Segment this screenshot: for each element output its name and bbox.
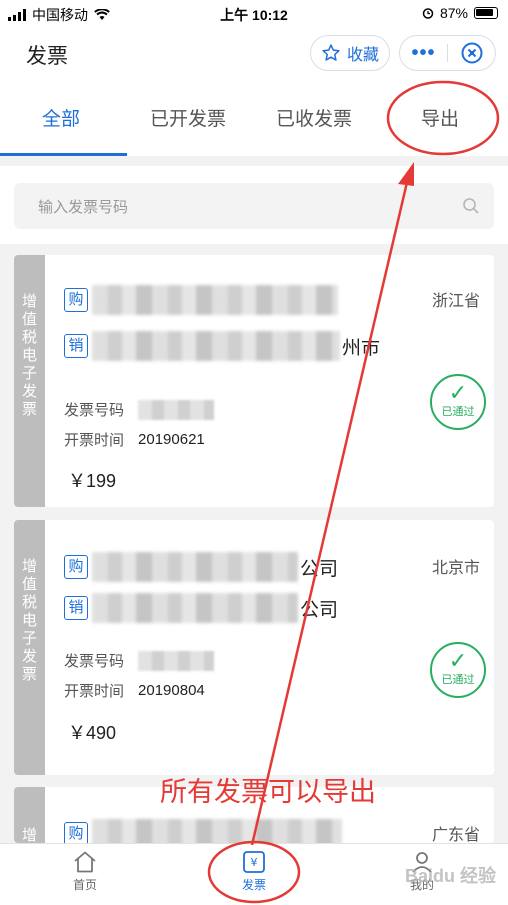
buyer-tag: 购 xyxy=(64,822,88,843)
invoice-card[interactable]: 增值税电子发票 购 销 州市 浙江省 发票号码 开票时间 20190621 ￥1… xyxy=(14,255,494,507)
search-placeholder: 输入发票号码 xyxy=(38,198,129,216)
invoice-type-label: 增值税电子发票 xyxy=(14,520,45,775)
redacted-invoice-number xyxy=(138,399,215,420)
battery-percent: 87% xyxy=(439,5,468,21)
buyer-tag: 购 xyxy=(64,288,88,312)
close-button[interactable] xyxy=(448,41,495,65)
seller-name-visible: 公司 xyxy=(300,599,339,621)
check-icon: ✓ xyxy=(448,648,468,673)
tab-all[interactable]: 全部 xyxy=(42,104,80,131)
nav-invoice[interactable]: ¥ 发票 xyxy=(214,850,294,893)
issue-date: 20190804 xyxy=(138,682,205,699)
seller-row: 销 公司 xyxy=(64,593,338,623)
invoice-amount: ￥199 xyxy=(68,471,117,491)
seller-row: 销 州市 xyxy=(64,331,380,361)
home-icon xyxy=(74,851,96,873)
buyer-tag: 购 xyxy=(64,555,88,579)
tab-received[interactable]: 已收发票 xyxy=(276,104,352,131)
close-circle-icon xyxy=(461,42,482,64)
nav-home[interactable]: 首页 xyxy=(45,850,125,893)
invoice-icon: ¥ xyxy=(243,851,265,873)
redacted-invoice-number xyxy=(138,650,215,671)
province-label: 北京市 xyxy=(431,560,480,577)
buyer-name-visible: 公司 xyxy=(300,558,339,580)
tab-active-indicator xyxy=(0,153,127,156)
svg-text:¥: ¥ xyxy=(251,856,258,869)
tab-export[interactable]: 导出 xyxy=(421,104,459,131)
status-bar: 中国移动 上午 10:12 87% xyxy=(0,0,508,28)
invoice-number-row: 发票号码 xyxy=(64,650,215,671)
invoice-type-label: 增 xyxy=(14,787,45,843)
annotation-caption: 所有发票可以导出 xyxy=(160,777,376,808)
header: 发票 收藏 ••• xyxy=(0,28,508,80)
check-icon: ✓ xyxy=(448,380,468,405)
tab-bar: 全部 已开发票 已收发票 导出 xyxy=(0,80,508,156)
page-title: 发票 xyxy=(26,45,68,68)
invoice-type-label: 增值税电子发票 xyxy=(14,255,45,507)
issue-date: 20190621 xyxy=(138,431,205,448)
mini-program-capsule: ••• xyxy=(399,35,496,71)
redacted-buyer-name xyxy=(92,819,342,843)
search-input[interactable]: 输入发票号码 xyxy=(14,183,494,229)
favorite-button[interactable]: 收藏 xyxy=(310,35,390,71)
star-icon xyxy=(322,44,340,61)
buyer-row: 购 xyxy=(64,819,342,843)
redacted-seller-name xyxy=(92,331,340,361)
invoice-card[interactable]: 增值税电子发票 购 公司 销 公司 北京市 发票号码 开票时间 20190804… xyxy=(14,520,494,775)
issue-date-row: 开票时间 20190804 xyxy=(64,682,205,700)
approved-stamp: ✓ 已通过 xyxy=(430,374,486,430)
favorite-label: 收藏 xyxy=(346,47,379,64)
more-button[interactable]: ••• xyxy=(400,43,447,63)
invoice-amount: ￥490 xyxy=(68,723,117,743)
province-label: 广东省 xyxy=(431,827,480,843)
seller-tag: 销 xyxy=(64,334,88,358)
issue-date-row: 开票时间 20190621 xyxy=(64,431,205,449)
redacted-buyer-name xyxy=(92,285,338,315)
province-label: 浙江省 xyxy=(431,293,480,310)
buyer-row: 购 xyxy=(64,285,338,315)
redacted-seller-name xyxy=(92,593,298,623)
alarm-icon xyxy=(422,8,434,19)
battery-icon xyxy=(474,7,498,19)
search-icon xyxy=(463,198,479,214)
seller-name-visible: 州市 xyxy=(342,337,381,359)
approved-stamp: ✓ 已通过 xyxy=(430,642,486,698)
redacted-buyer-name xyxy=(92,552,298,582)
watermark: Baidu 经验 xyxy=(404,866,496,886)
buyer-row: 购 公司 xyxy=(64,552,338,582)
invoice-number-row: 发票号码 xyxy=(64,399,215,420)
tab-issued[interactable]: 已开发票 xyxy=(150,104,226,131)
seller-tag: 销 xyxy=(64,596,88,620)
